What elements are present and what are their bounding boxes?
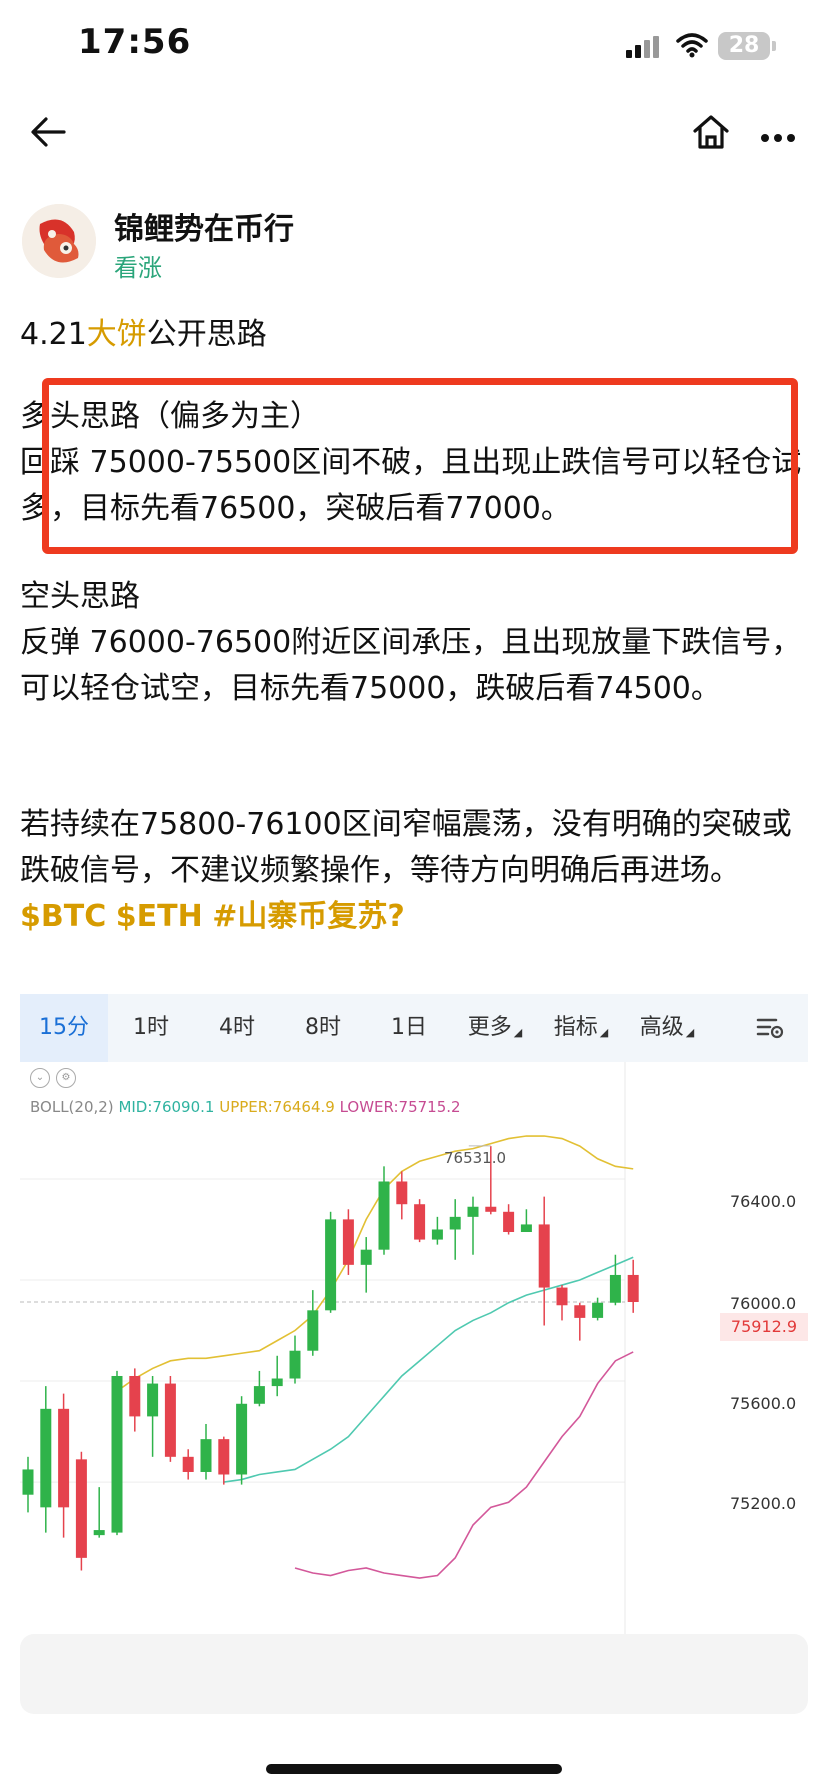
y-axis-label: 75600.0 bbox=[730, 1394, 797, 1413]
candle-body bbox=[75, 1459, 87, 1558]
range-body: 若持续在75800-76100区间窄幅震荡，没有明确的突破或跌破信号，不建议频繁… bbox=[20, 807, 792, 888]
cellular-signal-icon bbox=[626, 36, 662, 58]
koi-fish-icon bbox=[22, 204, 96, 278]
timeframe-tabs: 15分 1时 4时 8时 1日 更多 ◢ 指标 ◢ 高级 ◢ bbox=[20, 994, 808, 1062]
tab-indicators[interactable]: 指标 ◢ bbox=[538, 994, 624, 1062]
candlestick-plot[interactable] bbox=[20, 1062, 808, 1634]
candle-body bbox=[182, 1456, 194, 1472]
boll-upper-line bbox=[116, 1135, 634, 1392]
caret-down-icon: ◢ bbox=[685, 1026, 695, 1039]
candle-body bbox=[271, 1378, 283, 1387]
tab-15m[interactable]: 15分 bbox=[20, 994, 108, 1062]
candle-body bbox=[485, 1206, 497, 1212]
candle-body bbox=[253, 1386, 265, 1404]
title-suffix: 公开思路 bbox=[146, 317, 267, 352]
candle-body bbox=[40, 1408, 52, 1508]
price-chart-card: 15分 1时 4时 8时 1日 更多 ◢ 指标 ◢ 高级 ◢ ⌄ ⚙ BOLL(20,… bbox=[20, 994, 808, 1634]
comment-box[interactable] bbox=[20, 1634, 808, 1714]
tab-1d[interactable]: 1日 bbox=[366, 994, 452, 1062]
candle-body bbox=[556, 1287, 568, 1306]
candle-body bbox=[378, 1181, 390, 1250]
tab-4h[interactable]: 4时 bbox=[194, 994, 280, 1062]
candle-body bbox=[58, 1408, 70, 1508]
candle-body bbox=[218, 1439, 230, 1475]
tab-1h[interactable]: 1时 bbox=[108, 994, 194, 1062]
post-title: 4.21大饼公开思路 bbox=[20, 312, 812, 358]
avatar[interactable] bbox=[22, 204, 96, 278]
back-button[interactable] bbox=[30, 116, 66, 152]
tag-btc[interactable]: $BTC bbox=[20, 899, 106, 934]
title-date: 4.21 bbox=[20, 317, 87, 352]
tab-advanced[interactable]: 高级 ◢ bbox=[624, 994, 710, 1062]
candle-body bbox=[520, 1224, 532, 1233]
candle-body bbox=[609, 1274, 621, 1303]
boll-lower-line bbox=[294, 1351, 634, 1579]
tag-altcoin[interactable]: #山寨币复苏? bbox=[212, 899, 405, 934]
home-indicator[interactable] bbox=[266, 1764, 562, 1774]
sentiment-tag: 看涨 bbox=[114, 254, 162, 282]
candle-body bbox=[592, 1302, 604, 1318]
status-time: 17:56 bbox=[78, 22, 192, 62]
highlight-box bbox=[42, 378, 798, 554]
candle-body bbox=[93, 1530, 105, 1536]
candle-body bbox=[236, 1403, 248, 1475]
chart-settings-button[interactable] bbox=[740, 994, 800, 1062]
candle-body bbox=[627, 1274, 639, 1303]
candle-body bbox=[414, 1204, 426, 1240]
candle-body bbox=[449, 1216, 461, 1230]
chart-settings-icon bbox=[756, 1018, 784, 1039]
candle-body bbox=[503, 1211, 515, 1233]
candle-body bbox=[111, 1375, 123, 1533]
caret-down-icon: ◢ bbox=[599, 1026, 609, 1039]
candle-body bbox=[574, 1305, 586, 1318]
candle-body bbox=[396, 1181, 408, 1205]
arrow-left-icon bbox=[31, 117, 66, 147]
y-axis-label: 76000.0 bbox=[730, 1294, 797, 1313]
current-price-tag: 75912.9 bbox=[720, 1313, 808, 1341]
candle-body bbox=[164, 1383, 176, 1457]
candle-body bbox=[342, 1219, 354, 1265]
tab-more[interactable]: 更多 ◢ bbox=[452, 994, 538, 1062]
candle-body bbox=[147, 1383, 159, 1417]
tag-eth[interactable]: $ETH bbox=[116, 899, 203, 934]
candle-body bbox=[307, 1310, 319, 1351]
candle-body bbox=[22, 1469, 34, 1495]
range-strategy: 若持续在75800-76100区间窄幅震荡，没有明确的突破或跌破信号，不建议频繁… bbox=[20, 802, 812, 940]
tab-8h[interactable]: 8时 bbox=[280, 994, 366, 1062]
home-icon bbox=[693, 115, 729, 149]
wifi-icon bbox=[676, 32, 708, 62]
caret-down-icon: ◢ bbox=[513, 1026, 523, 1039]
author-name[interactable]: 锦鲤势在币行 bbox=[114, 204, 294, 248]
more-dots-icon bbox=[761, 134, 795, 142]
boll-mid-line bbox=[223, 1256, 634, 1483]
candle-body bbox=[129, 1375, 141, 1417]
candle-body bbox=[289, 1350, 301, 1379]
home-button[interactable] bbox=[692, 114, 730, 154]
y-axis-label: 75200.0 bbox=[730, 1494, 797, 1513]
short-heading: 空头思路 bbox=[20, 579, 140, 614]
candle-body bbox=[360, 1249, 372, 1265]
comment-input[interactable] bbox=[20, 1634, 808, 1714]
short-body: 反弹 76000-76500附近区间承压，且出现放量下跌信号，可以轻仓试空，目标… bbox=[20, 625, 802, 706]
candle-body bbox=[325, 1219, 337, 1311]
candle-body bbox=[467, 1206, 479, 1217]
battery-icon: 28 bbox=[718, 32, 776, 60]
more-button[interactable] bbox=[760, 128, 796, 147]
title-highlight[interactable]: 大饼 bbox=[87, 317, 147, 352]
y-axis-label: 76400.0 bbox=[730, 1192, 797, 1211]
candle-body bbox=[200, 1439, 212, 1472]
short-strategy: 空头思路 反弹 76000-76500附近区间承压，且出现放量下跌信号，可以轻仓… bbox=[20, 574, 812, 712]
candle-body bbox=[538, 1224, 550, 1288]
candle-body bbox=[431, 1229, 443, 1240]
peak-price-label: 76531.0 bbox=[444, 1149, 507, 1167]
